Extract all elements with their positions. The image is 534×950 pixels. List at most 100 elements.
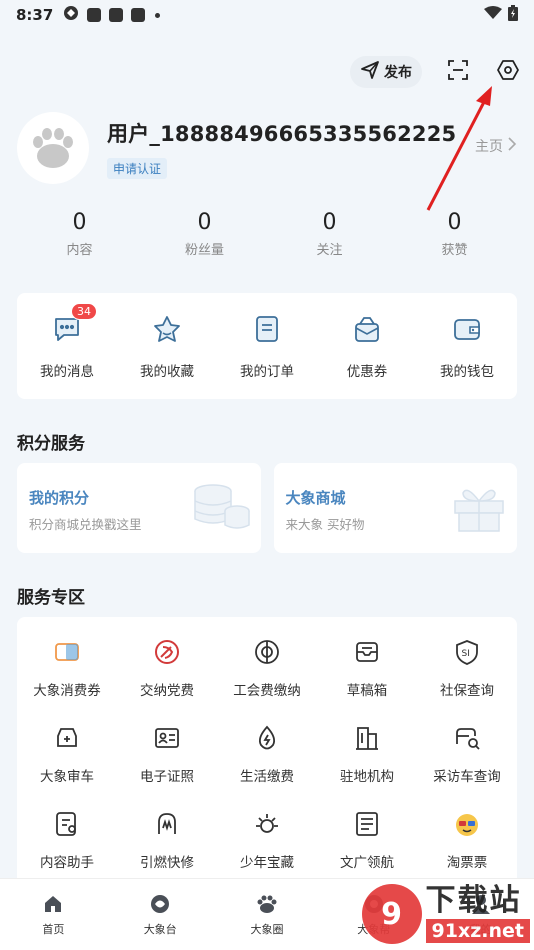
service-item[interactable]: SI 社保查询	[417, 637, 517, 699]
scan-button[interactable]	[444, 58, 472, 86]
tab-station[interactable]: 大象台	[107, 879, 214, 950]
utility-icon	[252, 723, 282, 753]
ticket-icon	[452, 809, 482, 839]
stat-value: 0	[447, 210, 462, 235]
service-label: 内容助手	[40, 855, 94, 871]
service-item[interactable]: 草稿箱	[317, 637, 417, 699]
publish-button[interactable]: 发布	[350, 56, 422, 88]
service-item[interactable]: 交纳党费	[117, 637, 217, 699]
station-icon	[149, 893, 171, 915]
coupon-icon	[350, 312, 384, 346]
stat-label: 获赞	[441, 243, 468, 258]
service-label: 少年宝藏	[240, 855, 294, 871]
quick-action-messages[interactable]: 34 我的消息	[17, 303, 117, 380]
assistant-icon	[52, 809, 82, 839]
profile-header: 用户_18888496665335562225 申请认证 主页	[17, 108, 517, 188]
wifi-icon	[484, 6, 502, 24]
quick-actions-card: 34 我的消息 我的收藏 我的订单 优惠券 我的钱包	[17, 293, 517, 399]
stat-likes[interactable]: 0 获赞	[392, 210, 517, 258]
service-label: 社保查询	[440, 683, 494, 699]
repair-icon	[152, 809, 182, 839]
order-icon	[250, 312, 284, 346]
service-label: 淘票票	[446, 855, 488, 871]
tab-circle[interactable]: 大象圈	[214, 879, 321, 950]
stat-value: 0	[322, 210, 337, 235]
star-icon	[150, 312, 184, 346]
service-label: 文广领航	[340, 855, 394, 871]
service-item[interactable]: 生活缴费	[217, 723, 317, 785]
publish-label: 发布	[384, 65, 412, 81]
notification-icon	[87, 8, 102, 22]
quick-action-favorites[interactable]: 我的收藏	[117, 312, 217, 380]
social-security-icon: SI	[452, 637, 482, 667]
more-notifications-icon	[155, 12, 161, 18]
battery-icon	[508, 5, 518, 25]
service-item[interactable]: 内容助手	[17, 809, 117, 871]
scan-icon	[447, 59, 469, 85]
service-label: 大象审车	[40, 769, 94, 785]
stat-value: 0	[72, 210, 87, 235]
service-label: 引燃快修	[140, 855, 194, 871]
message-count-badge: 34	[71, 303, 97, 320]
voucher-icon	[52, 637, 82, 667]
tab-label: 大象圈	[250, 922, 284, 936]
service-label: 电子证照	[140, 769, 194, 785]
wallet-icon	[450, 312, 484, 346]
service-label: 大象消费券	[33, 683, 101, 699]
profile-info: 用户_18888496665335562225 申请认证	[107, 118, 456, 179]
stat-label: 关注	[316, 243, 343, 258]
circle-icon	[256, 893, 278, 915]
points-cards: 我的积分 积分商城兑换戳这里 大象商城 来大象 买好物	[17, 463, 517, 553]
status-bar: 8:37	[0, 0, 534, 30]
navigation-icon	[352, 809, 382, 839]
service-label: 草稿箱	[346, 683, 388, 699]
chevron-right-icon	[507, 137, 517, 155]
service-item[interactable]: 少年宝藏	[217, 809, 317, 871]
quick-action-label: 我的订单	[240, 364, 294, 380]
quick-action-coupons[interactable]: 优惠券	[317, 312, 417, 380]
quick-action-wallet[interactable]: 我的钱包	[417, 312, 517, 380]
stat-label: 内容	[66, 243, 93, 258]
service-item[interactable]: 工会费缴纳	[217, 637, 317, 699]
service-item[interactable]: 电子证照	[117, 723, 217, 785]
service-item[interactable]: 大象消费券	[17, 637, 117, 699]
stat-following[interactable]: 0 关注	[267, 210, 392, 258]
watermark-name: 下载站	[425, 882, 522, 918]
message-icon: 34	[50, 303, 97, 346]
stat-content[interactable]: 0 内容	[17, 210, 142, 258]
car-inspection-icon	[52, 723, 82, 753]
quick-action-label: 我的钱包	[440, 364, 494, 380]
service-item[interactable]: 文广领航	[317, 809, 417, 871]
mall-card[interactable]: 大象商城 来大象 买好物	[273, 463, 517, 553]
tab-label: 首页	[42, 922, 65, 936]
service-label: 生活缴费	[240, 769, 294, 785]
quick-action-orders[interactable]: 我的订单	[217, 312, 317, 380]
my-points-card[interactable]: 我的积分 积分商城兑换戳这里	[17, 463, 261, 553]
home-icon	[42, 893, 64, 915]
username: 用户_18888496665335562225	[107, 121, 457, 146]
stat-fans[interactable]: 0 粉丝量	[142, 210, 267, 258]
services-card: 大象消费券 交纳党费 工会费缴纳 草稿箱 SI 社保查询 大象审车 电子证照 生…	[17, 617, 517, 917]
service-item[interactable]: 淘票票	[417, 809, 517, 871]
service-item[interactable]: 引燃快修	[117, 809, 217, 871]
treasure-icon	[252, 809, 282, 839]
verify-button[interactable]: 申请认证	[107, 157, 168, 179]
service-item[interactable]: 大象审车	[17, 723, 117, 785]
tab-home[interactable]: 首页	[0, 879, 107, 950]
service-item[interactable]: 采访车查询	[417, 723, 517, 785]
settings-button[interactable]	[494, 58, 522, 86]
paw-icon	[33, 128, 73, 168]
quick-action-label: 优惠券	[346, 364, 388, 380]
service-label: 交纳党费	[140, 683, 194, 699]
homepage-link[interactable]: 主页	[475, 136, 517, 156]
id-card-icon	[152, 723, 182, 753]
stat-value: 0	[197, 210, 212, 235]
service-item[interactable]: 驻地机构	[317, 723, 417, 785]
homepage-label: 主页	[475, 139, 503, 155]
building-icon	[352, 723, 382, 753]
svg-text:SI: SI	[462, 649, 470, 659]
notification-icon	[109, 8, 124, 22]
watermark-text: 下载站 91xz.net	[425, 882, 530, 943]
avatar[interactable]	[17, 112, 89, 184]
service-label: 工会费缴纳	[233, 683, 301, 699]
